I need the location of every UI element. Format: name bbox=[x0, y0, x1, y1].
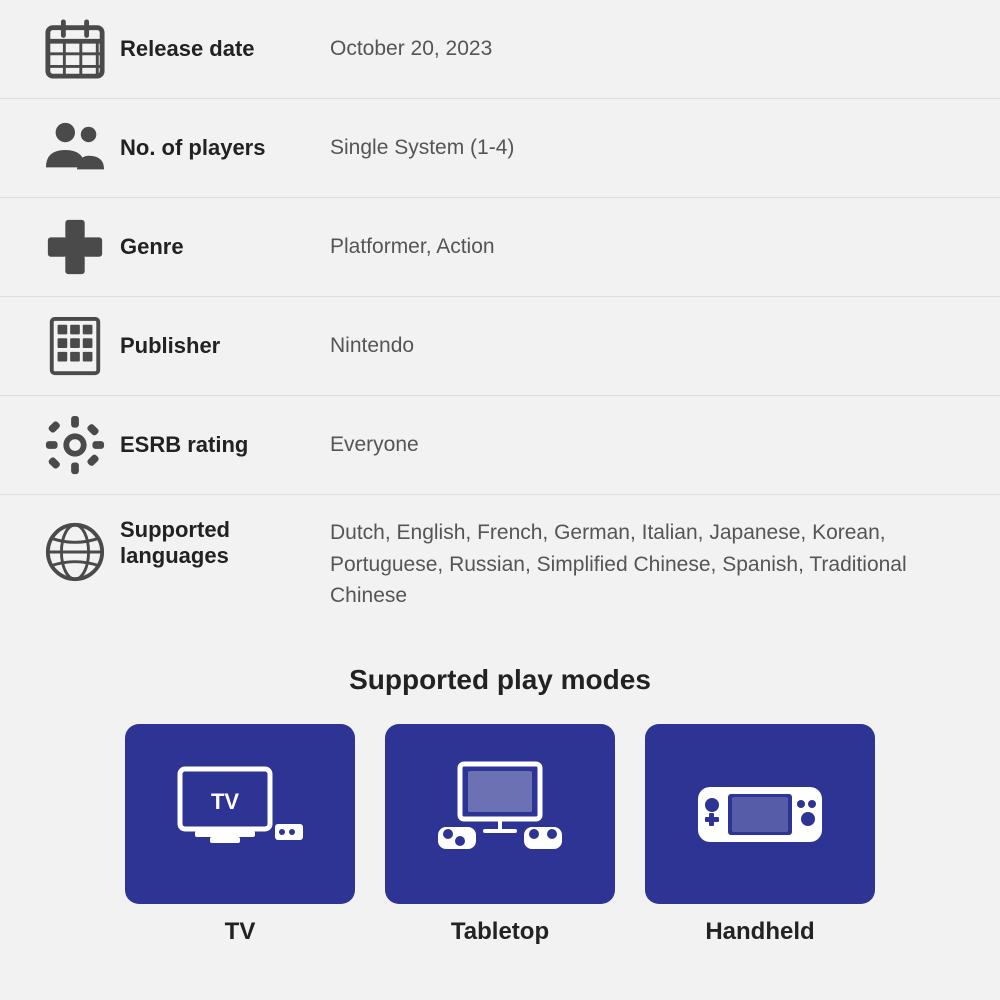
languages-value: Dutch, English, French, German, Italian,… bbox=[330, 517, 970, 612]
genre-value: Platformer, Action bbox=[330, 231, 970, 263]
genre-icon bbox=[30, 216, 120, 278]
publisher-value: Nintendo bbox=[330, 330, 970, 362]
esrb-row: ESRB rating Everyone bbox=[0, 396, 1000, 495]
play-modes-grid: TV TV bbox=[20, 724, 980, 946]
tabletop-mode-item: Tabletop bbox=[385, 724, 615, 946]
handheld-mode-card bbox=[645, 724, 875, 904]
globe-icon bbox=[30, 517, 120, 583]
publisher-icon bbox=[30, 315, 120, 377]
play-modes-title: Supported play modes bbox=[20, 664, 980, 696]
players-value: Single System (1-4) bbox=[330, 132, 970, 164]
publisher-label: Publisher bbox=[120, 333, 330, 359]
publisher-row: Publisher Nintendo bbox=[0, 297, 1000, 396]
handheld-mode-item: Handheld bbox=[645, 724, 875, 946]
genre-label: Genre bbox=[120, 234, 330, 260]
players-icon bbox=[30, 117, 120, 179]
tabletop-mode-card bbox=[385, 724, 615, 904]
tabletop-mode-label: Tabletop bbox=[451, 918, 549, 946]
languages-label: Supported languages bbox=[120, 517, 330, 569]
esrb-icon bbox=[30, 414, 120, 476]
release-date-label: Release date bbox=[120, 36, 330, 62]
release-date-row: Release date October 20, 2023 bbox=[0, 0, 1000, 99]
esrb-value: Everyone bbox=[330, 429, 970, 461]
tv-mode-label: TV bbox=[225, 918, 256, 946]
info-table: Release date October 20, 2023 No. of pla… bbox=[0, 0, 1000, 634]
tv-mode-card: TV bbox=[125, 724, 355, 904]
players-row: No. of players Single System (1-4) bbox=[0, 99, 1000, 198]
players-label: No. of players bbox=[120, 135, 330, 161]
svg-text:TV: TV bbox=[211, 789, 239, 814]
handheld-mode-label: Handheld bbox=[705, 918, 814, 946]
calendar-icon bbox=[30, 18, 120, 80]
release-date-value: October 20, 2023 bbox=[330, 33, 970, 65]
esrb-label: ESRB rating bbox=[120, 432, 330, 458]
play-modes-section: Supported play modes TV TV bbox=[0, 634, 1000, 976]
languages-row: Supported languages Dutch, English, Fren… bbox=[0, 495, 1000, 634]
tv-mode-item: TV TV bbox=[125, 724, 355, 946]
genre-row: Genre Platformer, Action bbox=[0, 198, 1000, 297]
